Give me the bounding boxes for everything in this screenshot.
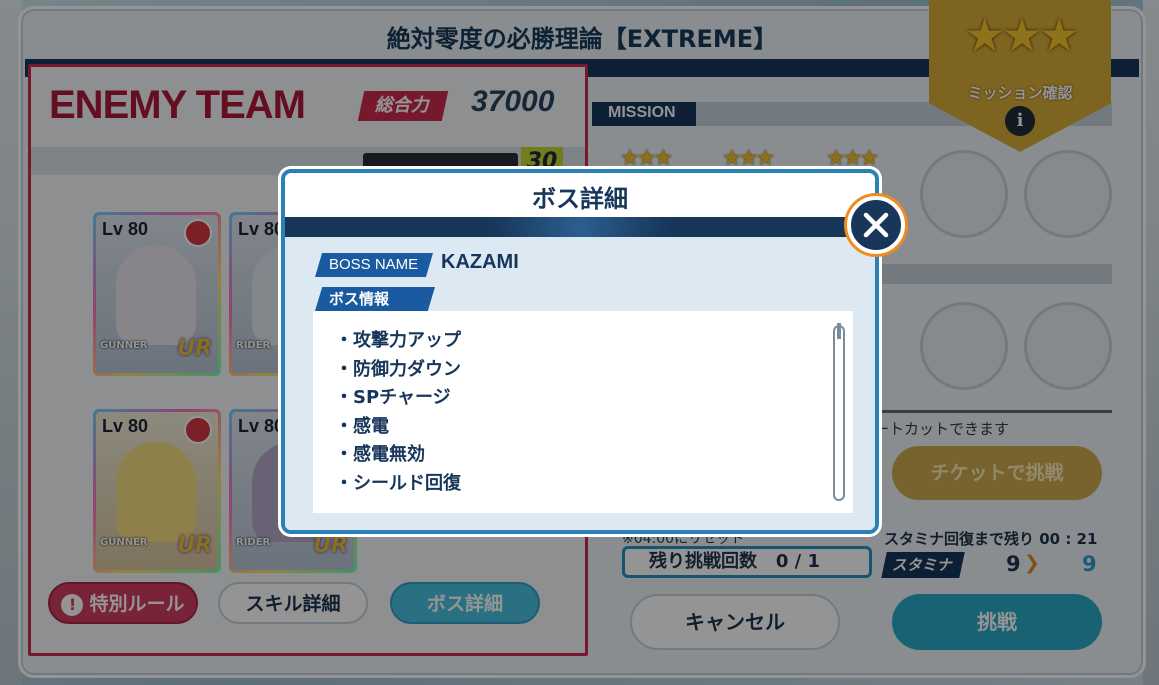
boss-name-value: KAZAMI [441, 251, 519, 273]
list-item: 感電 [335, 413, 853, 442]
boss-name-label: BOSS NAME [315, 253, 433, 277]
scrollbar[interactable] [833, 323, 845, 501]
list-item: 感電無効 [335, 441, 853, 470]
boss-info-list[interactable]: 攻撃力アップ 防御力ダウン SPチャージ 感電 感電無効 シールド回復 [313, 311, 853, 513]
close-icon [863, 212, 889, 238]
list-item: SPチャージ [335, 384, 853, 413]
boss-info-label: ボス情報 [315, 287, 435, 311]
modal-title-band [285, 217, 875, 237]
modal-title: ボス詳細 [532, 185, 628, 213]
scrollbar-thumb[interactable] [837, 323, 841, 339]
list-item: シールド回復 [335, 470, 853, 499]
close-button[interactable] [847, 196, 905, 254]
boss-detail-modal: ボス詳細 BOSS NAME KAZAMI ボス情報 攻撃力アップ 防御力ダウン… [281, 169, 879, 534]
list-item: 防御力ダウン [335, 356, 853, 385]
list-item: 攻撃力アップ [335, 327, 853, 356]
